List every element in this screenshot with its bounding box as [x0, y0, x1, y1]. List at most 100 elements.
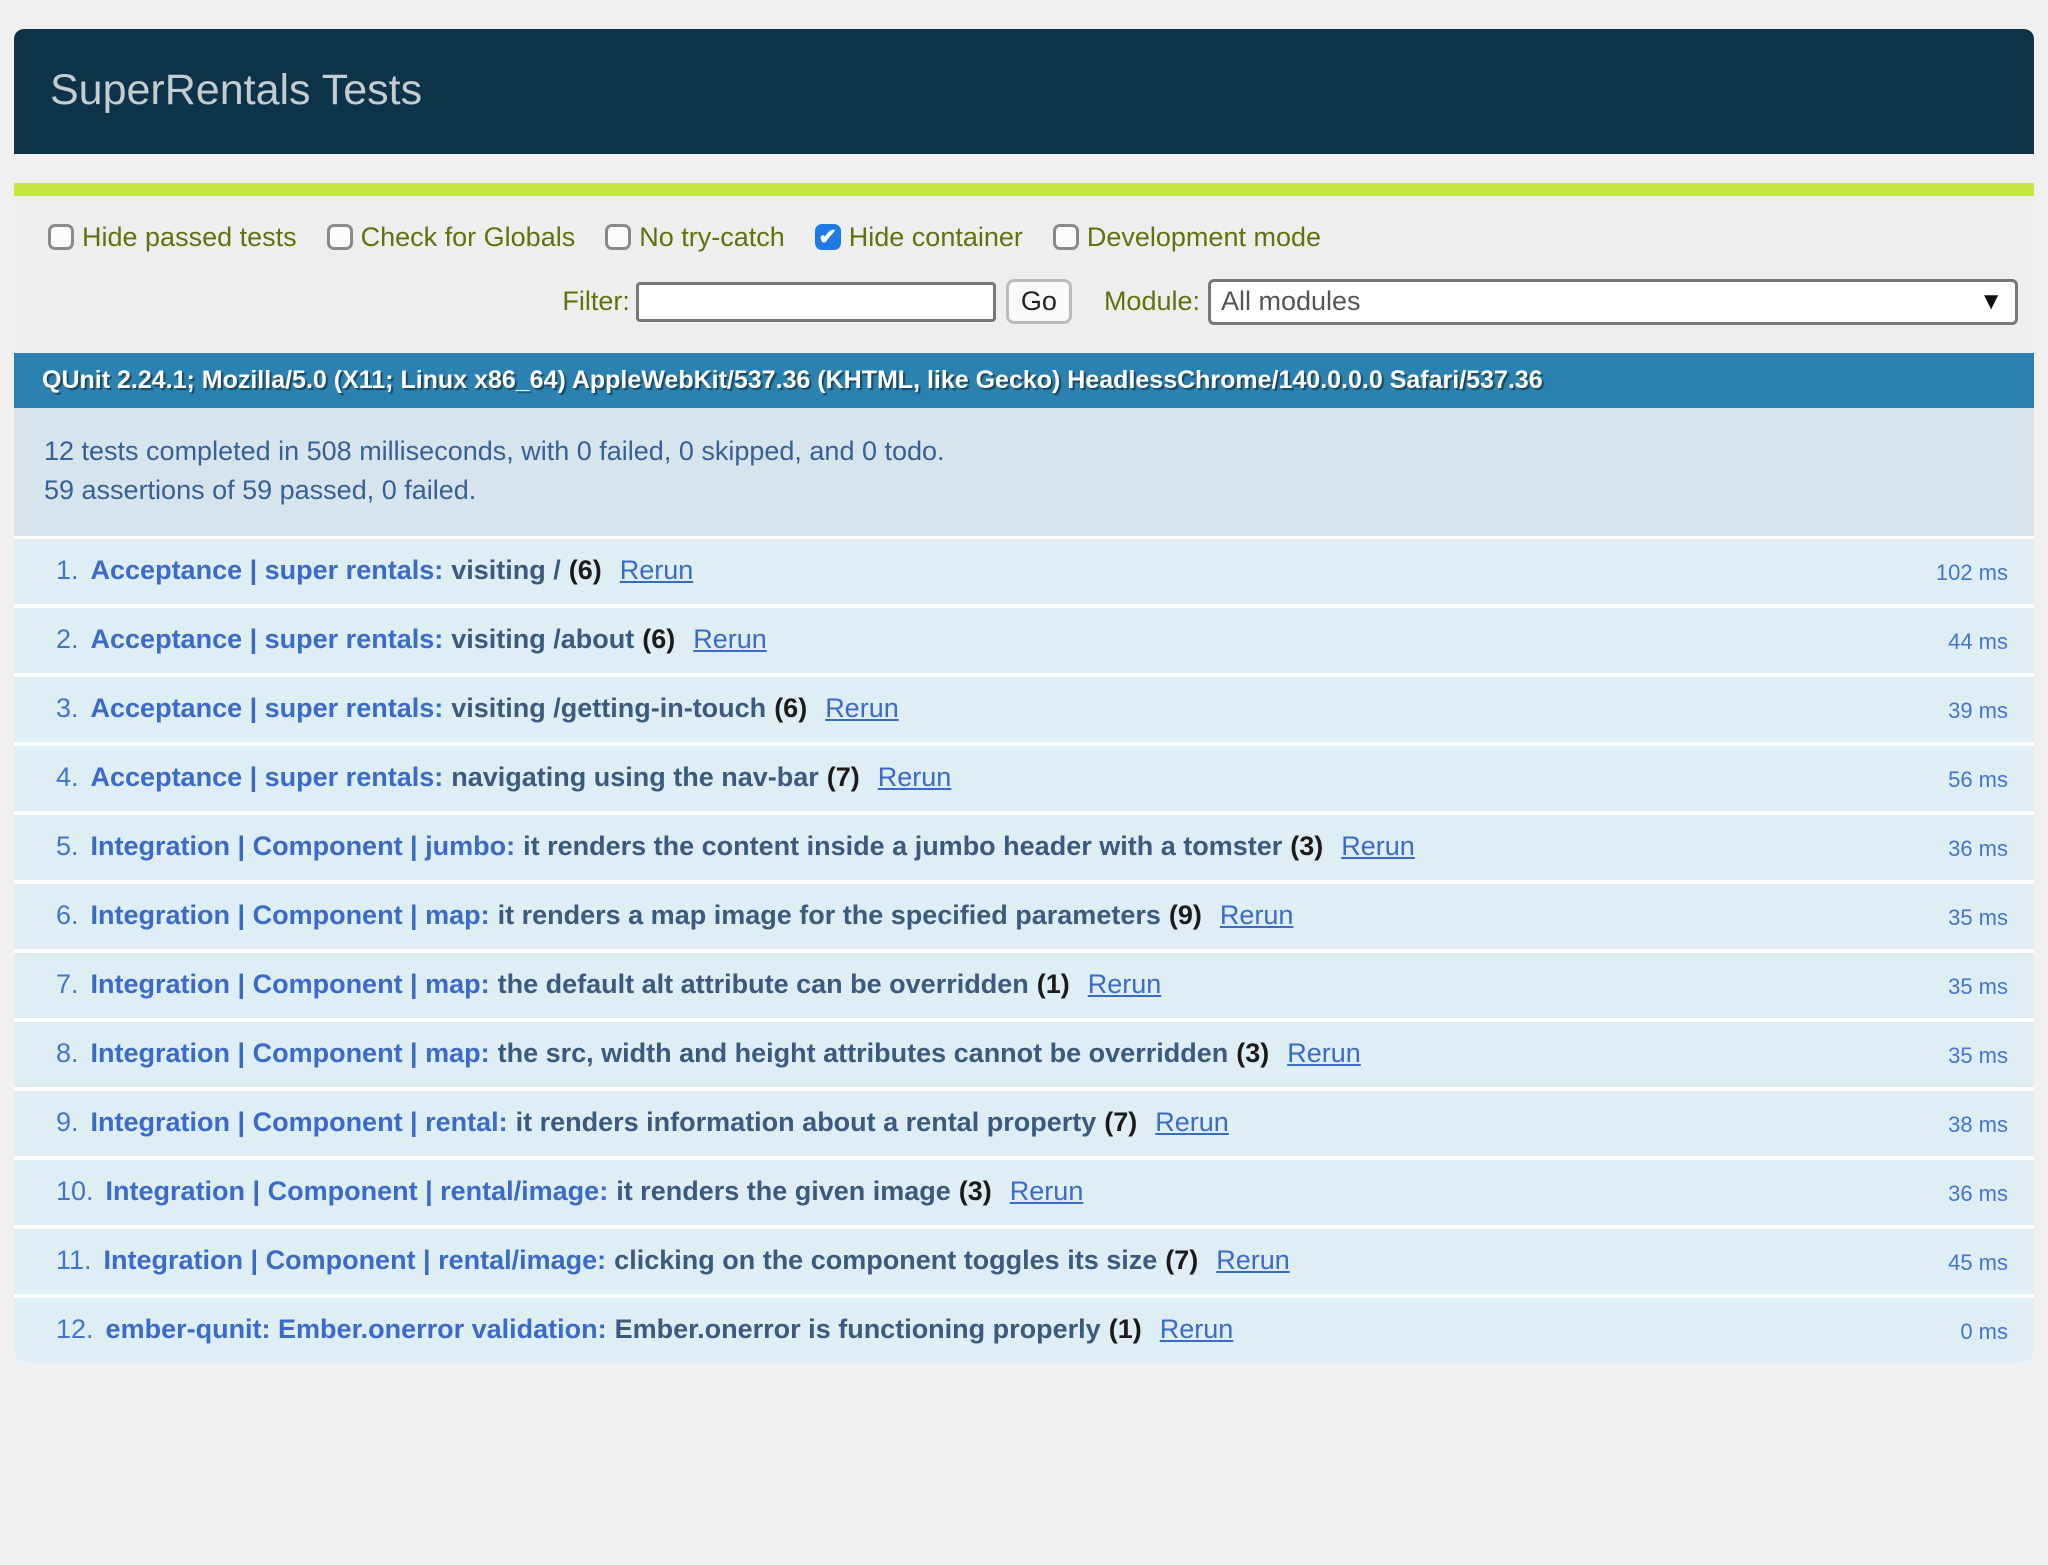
- test-row[interactable]: 5.Integration | Component | jumbo:it ren…: [14, 815, 2034, 884]
- test-number: 5.: [56, 831, 79, 861]
- test-list: 1. Acceptance | super rentals: visiting / (…: [14, 539, 2034, 1363]
- assertion-counts: (3): [1290, 831, 1323, 861]
- test-number: 3.: [56, 693, 79, 723]
- test-row-main: 12.ember-qunit: Ember.onerror validation…: [56, 1312, 1960, 1346]
- checkbox-unchecked-icon[interactable]: [1053, 224, 1079, 250]
- rerun-link[interactable]: Rerun: [1341, 831, 1415, 861]
- checkbox-label: No try-catch: [639, 222, 785, 253]
- test-row[interactable]: 4.Acceptance | super rentals:navigating …: [14, 746, 2034, 815]
- test-module-name: Integration | Component | rental/image:: [104, 1245, 607, 1275]
- test-row-main: 3.Acceptance | super rentals:visiting /g…: [56, 691, 1948, 725]
- test-row[interactable]: 8.Integration | Component | map:the src,…: [14, 1022, 2034, 1091]
- test-row-main: 4.Acceptance | super rentals:navigating …: [56, 760, 1948, 794]
- module-select[interactable]: All modules ▼: [1208, 279, 2018, 325]
- page-title-link[interactable]: SuperRentals Tests: [50, 66, 422, 114]
- rerun-link[interactable]: Rerun: [1155, 1107, 1229, 1137]
- assertion-counts: (3): [959, 1176, 992, 1206]
- test-runtime: 35 ms: [1948, 1036, 2008, 1073]
- checkbox-checked-icon[interactable]: ✔: [815, 224, 841, 250]
- test-number: 10.: [56, 1176, 94, 1206]
- checkbox-unchecked-icon[interactable]: [605, 224, 631, 250]
- assertion-counts: (6): [642, 624, 675, 654]
- test-runtime: 35 ms: [1948, 967, 2008, 1004]
- test-row-main: 9.Integration | Component | rental:it re…: [56, 1105, 1948, 1139]
- test-row-main: 7.Integration | Component | map:the defa…: [56, 967, 1948, 1001]
- test-row[interactable]: 3.Acceptance | super rentals:visiting /g…: [14, 677, 2034, 746]
- checkbox-unchecked-icon[interactable]: [48, 224, 74, 250]
- test-row[interactable]: 7.Integration | Component | map:the defa…: [14, 953, 2034, 1022]
- test-name: visiting /about: [451, 624, 634, 654]
- rerun-link[interactable]: Rerun: [693, 624, 767, 654]
- toolbar-checkbox-row: Hide passed tests Check for Globals No try…: [30, 222, 2018, 253]
- test-number: 7.: [56, 969, 79, 999]
- checkbox-label: Hide passed tests: [82, 222, 297, 253]
- chevron-down-icon: ▼: [1979, 288, 2003, 316]
- test-name: clicking on the component toggles its si…: [614, 1245, 1157, 1275]
- page-title: SuperRentals Tests: [14, 29, 2034, 154]
- pass-banner: [14, 183, 2034, 196]
- test-module-name: Integration | Component | rental:: [91, 1107, 508, 1137]
- summary-line-1: 12 tests completed in 508 milliseconds, …: [44, 432, 2004, 471]
- assertion-counts: (6): [774, 693, 807, 723]
- rerun-link[interactable]: Rerun: [1287, 1038, 1361, 1068]
- test-module-name: Integration | Component | rental/image:: [106, 1176, 609, 1206]
- test-runtime: 0 ms: [1960, 1312, 2008, 1349]
- test-runtime: 35 ms: [1948, 898, 2008, 935]
- checkbox-label: Hide container: [849, 222, 1023, 253]
- assertion-counts: (3): [1236, 1038, 1269, 1068]
- assertion-counts: (7): [1165, 1245, 1198, 1275]
- module-select-value: All modules: [1221, 286, 1361, 317]
- rerun-link[interactable]: Rerun: [825, 693, 899, 723]
- test-name: it renders information about a rental pr…: [516, 1107, 1097, 1137]
- test-row[interactable]: 6.Integration | Component | map:it rende…: [14, 884, 2034, 953]
- test-runtime: 36 ms: [1948, 829, 2008, 866]
- test-row-main: 10. Integration | Component | rental/imag…: [56, 1174, 1948, 1208]
- test-row[interactable]: 12.ember-qunit: Ember.onerror validation…: [14, 1298, 2034, 1363]
- test-row-main: 6.Integration | Component | map:it rende…: [56, 898, 1948, 932]
- test-row-main: 1.Acceptance | super rentals:visiting /(…: [56, 553, 1936, 587]
- test-module-name: ember-qunit: Ember.onerror validation:: [106, 1314, 607, 1344]
- test-name: navigating using the nav-bar: [451, 762, 819, 792]
- module-label: Module:: [1104, 286, 1200, 317]
- rerun-link[interactable]: Rerun: [878, 762, 952, 792]
- rerun-link[interactable]: Rerun: [1220, 900, 1294, 930]
- toolbar-checkbox-development-mode[interactable]: Development mode: [1053, 222, 1321, 253]
- test-row-main: 11.Integration | Component | rental/imag…: [56, 1243, 1948, 1277]
- test-module-name: Integration | Component | jumbo:: [91, 831, 516, 861]
- rerun-link[interactable]: Rerun: [1216, 1245, 1290, 1275]
- filter-input[interactable]: [636, 282, 996, 322]
- test-row[interactable]: 2.Acceptance | super rentals:visiting /a…: [14, 608, 2034, 677]
- toolbar-checkbox-hide-container[interactable]: ✔ Hide container: [815, 222, 1023, 253]
- test-row[interactable]: 9.Integration | Component | rental:it re…: [14, 1091, 2034, 1160]
- test-result-summary: 12 tests completed in 508 milliseconds, …: [14, 408, 2034, 539]
- test-row[interactable]: 11.Integration | Component | rental/imag…: [14, 1229, 2034, 1298]
- checkbox-label: Development mode: [1087, 222, 1321, 253]
- assertion-counts: (1): [1037, 969, 1070, 999]
- test-module-name: Integration | Component | map:: [91, 1038, 490, 1068]
- qunit-container: SuperRentals Tests Hide passed tests Chec…: [14, 29, 2034, 1363]
- test-name: visiting /: [451, 555, 561, 585]
- toolbar-checkbox-hide-passed-tests[interactable]: Hide passed tests: [48, 222, 297, 253]
- test-module-name: Integration | Component | map:: [91, 969, 490, 999]
- assertion-counts: (9): [1169, 900, 1202, 930]
- test-runtime: 38 ms: [1948, 1105, 2008, 1142]
- test-module-name: Integration | Component | map:: [91, 900, 490, 930]
- assertion-counts: (7): [827, 762, 860, 792]
- toolbar-checkbox-check-for-globals[interactable]: Check for Globals: [327, 222, 576, 253]
- rerun-link[interactable]: Rerun: [620, 555, 694, 585]
- test-module-name: Acceptance | super rentals:: [91, 762, 444, 792]
- test-runtime: 36 ms: [1948, 1174, 2008, 1211]
- checkbox-unchecked-icon[interactable]: [327, 224, 353, 250]
- assertion-counts: (6): [569, 555, 602, 585]
- toolbar-checkbox-no-try-catch[interactable]: No try-catch: [605, 222, 785, 253]
- test-row[interactable]: 1.Acceptance | super rentals:visiting /(…: [14, 539, 2034, 608]
- test-toolbar: Hide passed tests Check for Globals No try…: [14, 196, 2034, 353]
- rerun-link[interactable]: Rerun: [1160, 1314, 1234, 1344]
- filter-go-button[interactable]: Go: [1006, 279, 1072, 323]
- test-name: Ember.onerror is functioning properly: [615, 1314, 1101, 1344]
- test-row[interactable]: 10. Integration | Component | rental/imag…: [14, 1160, 2034, 1229]
- rerun-link[interactable]: Rerun: [1088, 969, 1162, 999]
- test-number: 1.: [56, 555, 79, 585]
- test-row-main: 5.Integration | Component | jumbo:it ren…: [56, 829, 1948, 863]
- rerun-link[interactable]: Rerun: [1010, 1176, 1084, 1206]
